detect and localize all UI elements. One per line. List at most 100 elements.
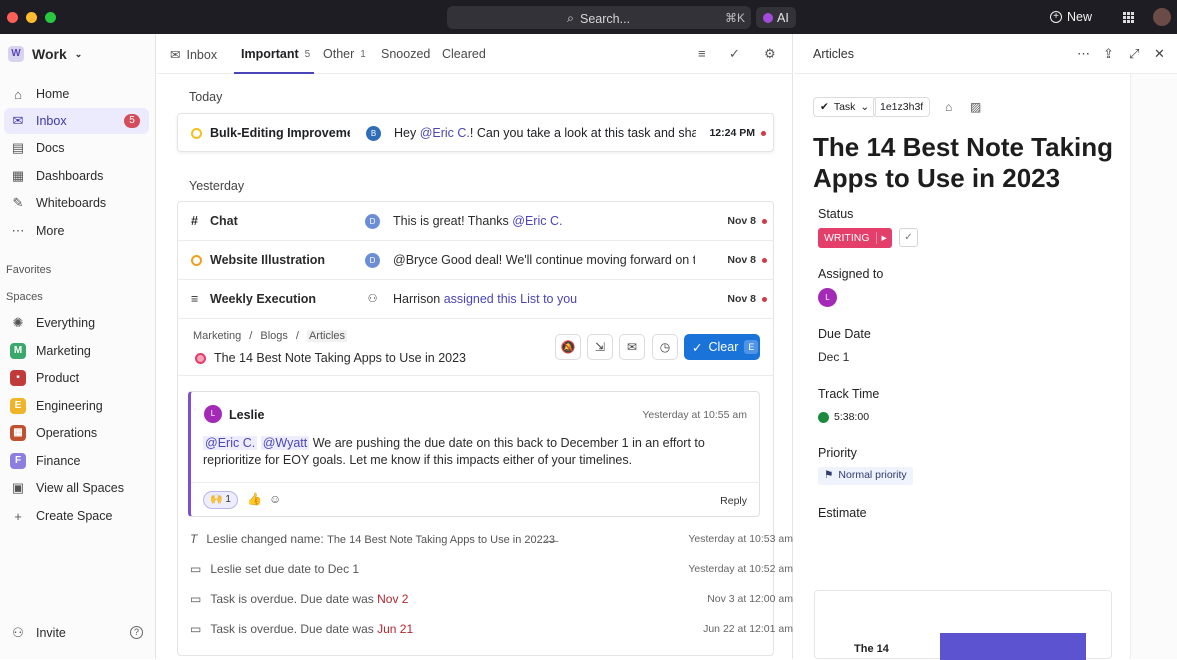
breadcrumb-marketing[interactable]: Marketing — [193, 330, 241, 342]
workspace-logo: W — [8, 46, 24, 62]
time-tracker[interactable]: 5:38:00 — [818, 411, 869, 423]
ai-button[interactable]: AI — [756, 7, 796, 28]
sidebar-view-all-spaces[interactable]: ▣ View all Spaces — [0, 475, 156, 501]
inbox-item-today[interactable]: Bulk-Editing Improvement B Hey @Eric C.!… — [177, 113, 774, 152]
inbox-item-chat[interactable]: # Chat D This is great! Thanks @Eric C. N… — [177, 202, 774, 241]
task-title[interactable]: The 14 Best Note Taking Apps to Use in 2… — [813, 132, 1123, 194]
search-input[interactable]: ⌕ Search... ⌘K — [447, 6, 751, 29]
avatar: L — [204, 405, 222, 423]
close-window-button[interactable] — [7, 12, 18, 23]
calendar-icon: ▭ — [190, 562, 202, 576]
mark-read-icon[interactable]: ✓ — [729, 46, 740, 62]
inbox-panel: ✉ Inbox Important 5 Other 1 Snoozed Cleared… — [157, 34, 793, 659]
priority-badge[interactable]: ⚑ Normal priority — [818, 467, 913, 485]
sidebar-item-more[interactable]: ⋯ More — [0, 218, 156, 244]
product-space-icon: ▪ — [10, 370, 26, 386]
assignee-avatar[interactable]: L — [818, 288, 837, 307]
maximize-window-button[interactable] — [45, 12, 56, 23]
inbox-icon: ✉ — [170, 48, 181, 62]
sidebar-space-operations[interactable]: ▦ Operations — [0, 420, 156, 446]
panel-side-column — [1130, 74, 1177, 659]
search-shortcut: ⌘K — [724, 11, 745, 25]
attachment-preview[interactable]: The 14 — [814, 590, 1112, 660]
open-item-title[interactable]: The 14 Best Note Taking Apps to Use in 2… — [195, 351, 466, 365]
filter-icon[interactable]: ≡ — [698, 46, 706, 61]
tab-snoozed[interactable]: Snoozed — [381, 47, 430, 61]
expand-icon[interactable]: ⤢ — [1129, 46, 1139, 62]
help-icon[interactable]: ? — [130, 626, 143, 639]
sidebar-item-whiteboards[interactable]: ✎ Whiteboards — [0, 190, 156, 216]
thumbs-up-icon[interactable]: 👍 — [247, 492, 262, 506]
sidebar-item-inbox[interactable]: ✉ Inbox 5 — [4, 108, 149, 134]
avatar: D — [365, 214, 380, 229]
sidebar-item-home[interactable]: ⌂ Home — [0, 81, 156, 107]
status-badge[interactable]: WRITING ▸ — [818, 228, 892, 248]
sidebar-item-dashboards[interactable]: ▦ Dashboards — [0, 163, 156, 189]
new-button[interactable]: + New — [1050, 10, 1092, 24]
comment-time: Yesterday at 10:55 am — [642, 409, 747, 421]
track-time-label: Track Time — [818, 387, 880, 401]
status-dot-icon — [191, 254, 202, 266]
workspace-switcher[interactable]: W Work ⌄ — [8, 46, 82, 62]
unread-dot — [762, 297, 767, 302]
preview-image — [940, 633, 1086, 660]
mute-bell-icon[interactable]: 🔕 — [555, 334, 581, 360]
more-icon: ⋯ — [11, 223, 25, 238]
inbox-item-website-illustration[interactable]: Website Illustration D @Bryce Good deal!… — [177, 241, 774, 280]
check-icon: ✓ — [692, 340, 703, 355]
move-down-icon[interactable]: ⇲ — [587, 334, 613, 360]
spaces-header[interactable]: Spaces — [6, 291, 43, 303]
breadcrumb: Marketing / Blogs / Articles — [193, 330, 348, 342]
person-icon: ⚇ — [367, 293, 378, 305]
task-type-dropdown[interactable]: ✔ Task ⌄ — [813, 97, 877, 117]
settings-gear-icon[interactable]: ⚙ — [764, 46, 776, 62]
list-icon: ≡ — [191, 292, 199, 306]
sidebar-create-space[interactable]: + Create Space — [0, 503, 156, 529]
tab-important[interactable]: Important 5 — [241, 47, 310, 61]
minimize-window-button[interactable] — [26, 12, 37, 23]
whiteboard-icon: ✎ — [12, 195, 24, 210]
estimate-label: Estimate — [818, 506, 867, 520]
share-icon[interactable]: ⇪ — [1103, 46, 1114, 62]
dashboard-icon: ▦ — [11, 168, 25, 183]
due-date-value[interactable]: Dec 1 — [818, 350, 849, 364]
marketing-space-icon: M — [10, 343, 26, 359]
breadcrumb-blogs[interactable]: Blogs — [260, 330, 288, 342]
inbox-item-weekly-execution[interactable]: ≡ Weekly Execution ⚇ Harrison assigned th… — [177, 280, 774, 319]
snooze-clock-icon[interactable]: ◷ — [652, 334, 678, 360]
reply-button[interactable]: Reply — [720, 495, 747, 507]
chevron-down-icon: ⌄ — [74, 48, 83, 59]
panel-title: Articles — [813, 47, 854, 61]
favorites-header[interactable]: Favorites — [6, 264, 51, 276]
add-reaction-icon[interactable]: ☺ — [269, 492, 281, 506]
preview-text: The 14 — [854, 643, 889, 655]
tab-other[interactable]: Other 1 — [323, 47, 366, 61]
sidebar-space-finance[interactable]: F Finance — [0, 448, 156, 474]
check-circle-icon: ✔ — [820, 101, 829, 113]
close-icon[interactable]: ✕ — [1154, 46, 1165, 62]
sidebar-space-product[interactable]: ▪ Product — [0, 365, 156, 391]
tab-cleared[interactable]: Cleared — [442, 47, 486, 61]
task-id[interactable]: 1e1z3h3f — [873, 97, 931, 117]
sidebar-space-marketing[interactable]: M Marketing — [0, 338, 156, 364]
inbox-icon: ✉ — [12, 113, 24, 128]
apps-grid-icon[interactable] — [1123, 12, 1134, 23]
clear-button[interactable]: ✓ Clear E — [684, 334, 760, 360]
unread-dot — [762, 258, 767, 263]
sidebar-item-docs[interactable]: ▤ Docs — [0, 135, 156, 161]
sidebar-space-engineering[interactable]: E Engineering — [0, 393, 156, 419]
more-options-icon[interactable]: ⋯ — [1077, 46, 1090, 62]
reaction-badge[interactable]: 🙌 1 — [203, 491, 238, 509]
tab-inbox[interactable]: ✉ Inbox — [170, 47, 217, 63]
today-label: Today — [189, 90, 223, 104]
sidebar-space-everything[interactable]: ✺ Everything — [0, 310, 156, 336]
next-status-icon[interactable]: ▸ — [875, 232, 892, 244]
divider — [191, 482, 760, 483]
operations-space-icon: ▦ — [10, 425, 26, 441]
complete-checkbox[interactable]: ✓ — [899, 228, 918, 247]
breadcrumb-articles[interactable]: Articles — [306, 330, 348, 342]
image-icon[interactable]: ▨ — [970, 100, 981, 114]
add-reminder-icon[interactable]: ✉ — [619, 334, 645, 360]
tag-icon[interactable]: ⌂ — [945, 100, 952, 114]
user-avatar[interactable] — [1153, 8, 1171, 26]
